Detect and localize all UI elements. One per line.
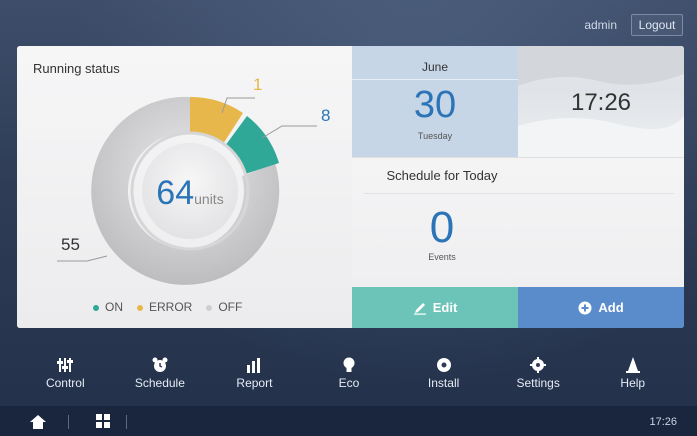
dock-report-label: Report: [236, 376, 273, 390]
dock-report[interactable]: Report: [207, 352, 302, 396]
current-time: 17:26: [570, 89, 632, 116]
dock-settings-label: Settings: [516, 376, 560, 390]
total-units-value: 64: [156, 174, 194, 212]
dock-install[interactable]: Install: [396, 352, 491, 396]
sliders-icon: [57, 358, 74, 372]
running-status-panel: Running status 1 8 55 64units ON ERROR O…: [17, 46, 352, 328]
schedule-title: Schedule for Today: [386, 168, 498, 183]
cone-icon: [625, 357, 640, 373]
dock-help-label: Help: [620, 376, 646, 390]
dock-schedule-label: Schedule: [134, 376, 185, 390]
home-icon[interactable]: [30, 415, 46, 429]
total-units-unit: units: [194, 191, 224, 207]
schedule-divider: [364, 193, 674, 194]
events-label: Events: [428, 252, 456, 262]
dock-control[interactable]: Control: [18, 352, 113, 396]
on-callout-line: [261, 125, 317, 139]
bar-chart-icon: [247, 358, 261, 373]
edit-label: Edit: [432, 300, 458, 315]
dock-eco-label: Eco: [338, 376, 360, 390]
legend-on: ON: [93, 300, 123, 314]
schedule-panel: Schedule for Today 0 Events: [352, 157, 684, 288]
legend-on-label: ON: [105, 300, 123, 314]
add-button[interactable]: Add: [518, 287, 684, 328]
off-count: 55: [61, 235, 80, 254]
disc-icon: [436, 358, 451, 372]
status-legend: ON ERROR OFF: [93, 300, 242, 314]
off-callout-line: [57, 255, 108, 262]
user-name: admin: [584, 18, 617, 32]
dock-schedule[interactable]: Schedule: [113, 352, 208, 396]
legend-error: ERROR: [137, 300, 192, 314]
lightbulb-icon: [343, 357, 355, 372]
date-divider: [352, 79, 518, 80]
dock-settings[interactable]: Settings: [491, 352, 586, 396]
legend-off-label: OFF: [218, 300, 243, 314]
bottom-divider: [68, 415, 69, 429]
dock-eco[interactable]: Eco: [302, 352, 397, 396]
legend-off: OFF: [206, 300, 242, 314]
day-number: 30: [413, 84, 457, 126]
legend-error-label: ERROR: [149, 300, 193, 314]
error-count: 1: [253, 75, 262, 94]
dock-install-label: Install: [427, 376, 460, 390]
plus-circle-icon: [578, 301, 592, 314]
dock-control-label: Control: [45, 376, 85, 390]
footer-clock: 17:26: [649, 416, 677, 428]
time-panel: 17:26: [518, 46, 684, 157]
running-status-donut-chart: 1 8 55 64units: [57, 75, 330, 285]
alarm-clock-icon: [152, 357, 168, 372]
gear-icon: [530, 357, 547, 373]
month-label: June: [421, 60, 449, 74]
main-dock: Control Schedule Report Eco Install Sett…: [18, 352, 680, 396]
bottom-bar: 17:26: [0, 406, 697, 436]
grid-icon[interactable]: [96, 414, 110, 428]
dock-help[interactable]: Help: [585, 352, 680, 396]
date-panel[interactable]: June 30 Tuesday: [352, 46, 518, 157]
pencil-icon: [413, 302, 426, 315]
bottom-divider: [126, 415, 127, 429]
edit-button[interactable]: Edit: [352, 287, 518, 328]
on-count: 8: [321, 106, 330, 125]
events-count: 0: [429, 203, 455, 252]
add-label: Add: [598, 300, 624, 315]
logout-button[interactable]: Logout: [631, 14, 683, 36]
weekday-label: Tuesday: [417, 131, 453, 141]
dashboard-card: Running status 1 8 55 64units ON ERROR O…: [17, 46, 684, 328]
